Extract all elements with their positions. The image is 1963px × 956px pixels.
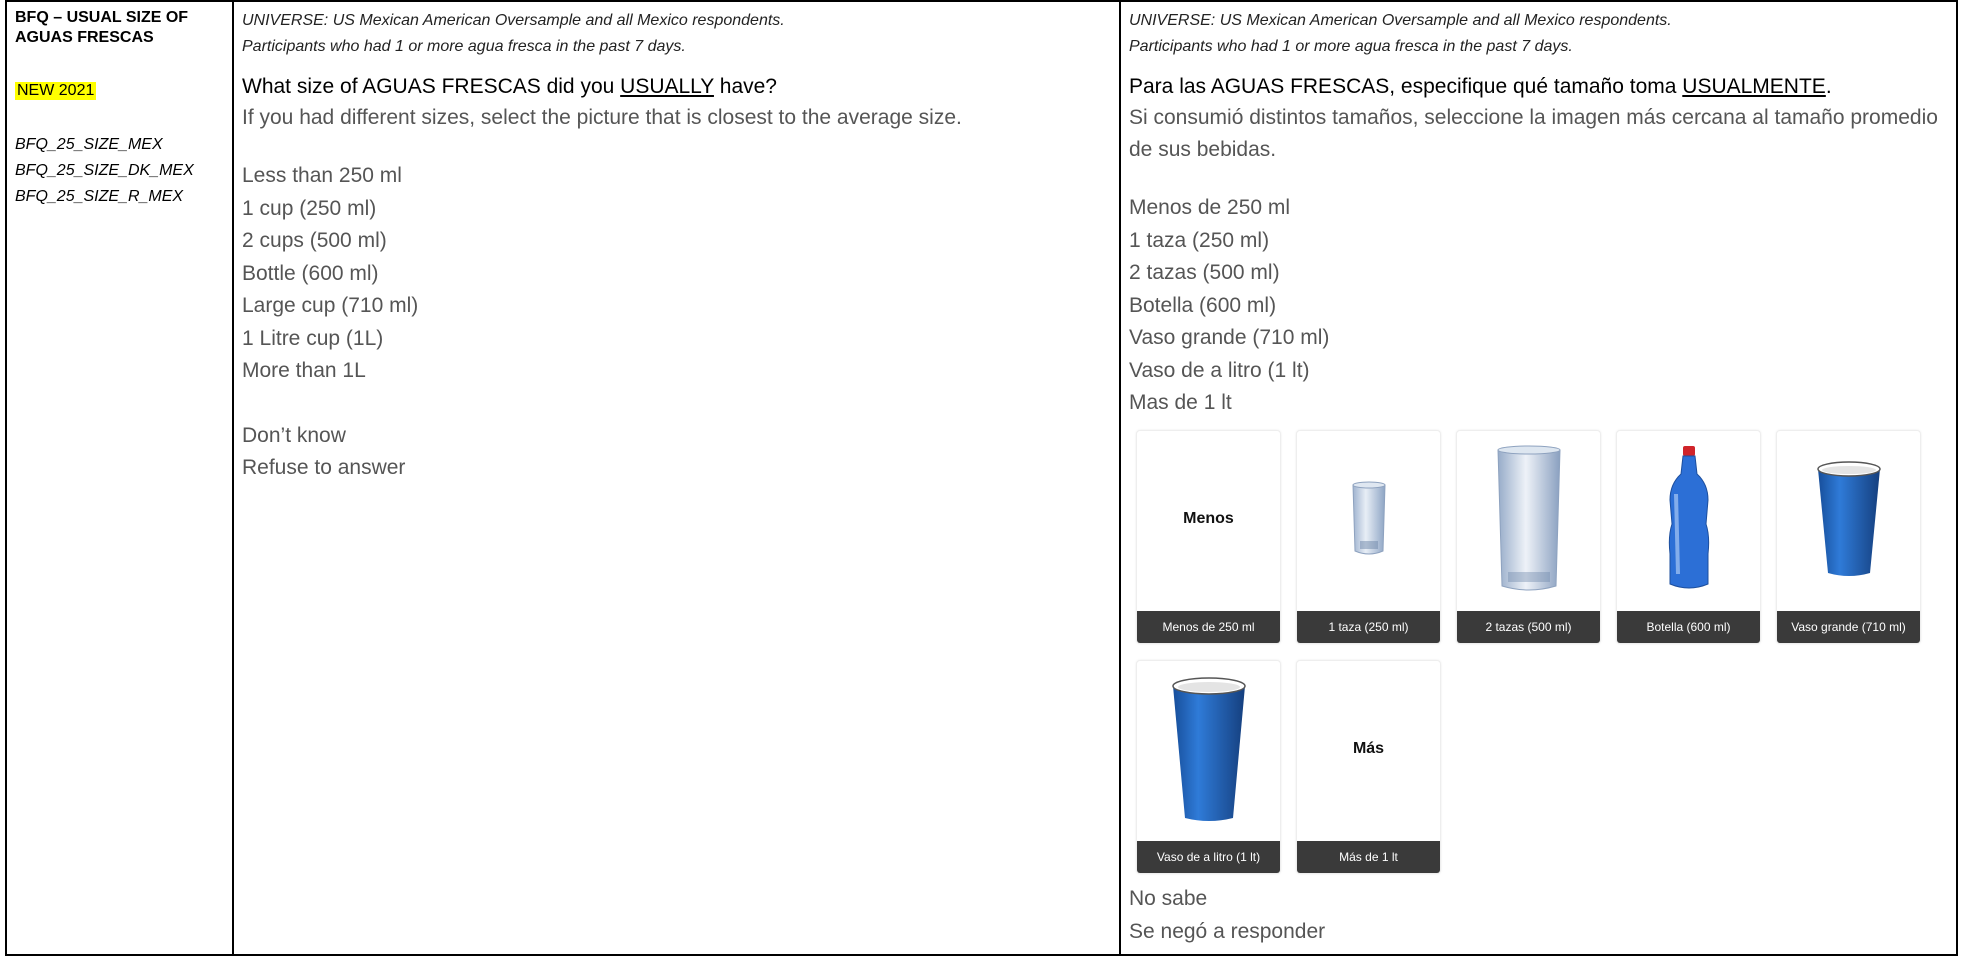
answer-option: 1 cup (250 ml) [242, 196, 377, 220]
answer-option: Less than 250 ml [242, 164, 402, 187]
special-options: No sabe Se negó a responder [1129, 882, 1948, 948]
question-text: Para las AGUAS FRESCAS, especifique qué … [1129, 72, 1948, 102]
spanish-column: UNIVERSE: US Mexican American Oversample… [1119, 0, 1958, 956]
large-blue-cup-icon [1171, 676, 1246, 821]
size-picture-grid: Menos Menos de 250 ml 1 taza (250 ml) 2 … [1136, 429, 1948, 874]
question-part: What size of AGUAS FRESCAS did you [242, 75, 621, 98]
universe-line: UNIVERSE: US Mexican American Oversample… [242, 12, 785, 29]
size-tile-menos[interactable]: Menos Menos de 250 ml [1136, 429, 1281, 644]
size-tile-mas[interactable]: Más Más de 1 lt [1296, 659, 1441, 874]
question-part: Para las AGUAS FRESCAS, especifique qué … [1129, 75, 1683, 98]
tile-caption: 2 tazas (500 ml) [1457, 610, 1600, 643]
universe-line: UNIVERSE: US Mexican American Oversample… [1129, 12, 1672, 29]
answer-option: Botella (600 ml) [1129, 293, 1277, 317]
question-part: . [1825, 75, 1832, 98]
bottle-icon [1668, 445, 1709, 588]
variable-name: BFQ_25_SIZE_R_MEX [15, 188, 184, 205]
small-glass-icon [1351, 481, 1386, 554]
tile-caption: 1 taza (250 ml) [1297, 610, 1440, 643]
question-emphasis: USUALLY [620, 75, 714, 98]
tile-caption: Menos de 250 ml [1137, 610, 1280, 643]
answer-option: Vaso de a litro (1 lt) [1129, 358, 1310, 382]
answer-option: More than 1L [242, 359, 366, 382]
universe-note: UNIVERSE: US Mexican American Oversample… [1129, 8, 1948, 60]
answer-option: 2 cups (500 ml) [242, 229, 387, 252]
tile-word: Más [1352, 739, 1385, 757]
instruction-text: If you had different sizes, select the p… [242, 106, 962, 129]
answer-option: 2 tazas (500 ml) [1129, 261, 1280, 284]
size-tile-vaso-litro[interactable]: Vaso de a litro (1 lt) [1136, 659, 1281, 874]
answer-options: Less than 250 ml 1 cup (250 ml) 2 cups (… [242, 160, 1111, 485]
answer-option: Menos de 250 ml [1129, 196, 1291, 219]
tile-caption: Vaso de a litro (1 lt) [1137, 840, 1280, 873]
universe-line: Participants who had 1 or more agua fres… [242, 38, 686, 55]
question-part: have? [713, 75, 777, 98]
answer-option: Mas de 1 lt [1129, 391, 1232, 414]
variable-name: BFQ_25_SIZE_MEX [15, 136, 163, 153]
variable-list: BFQ_25_SIZE_MEX BFQ_25_SIZE_DK_MEX BFQ_2… [15, 132, 224, 210]
variable-name: BFQ_25_SIZE_DK_MEX [15, 162, 194, 179]
answer-options: Menos de 250 ml 1 taza (250 ml) 2 tazas … [1129, 192, 1948, 420]
question-id-title: BFQ – USUAL SIZE OF AGUAS FRESCAS [15, 9, 189, 46]
special-option: Refuse to answer [242, 456, 406, 479]
size-tile-2-tazas[interactable]: 2 tazas (500 ml) [1456, 429, 1601, 644]
instruction-text: Si consumió distintos tamaños, seleccion… [1129, 106, 1938, 161]
tile-caption: Botella (600 ml) [1617, 610, 1760, 643]
universe-line: Participants who had 1 or more agua fres… [1129, 38, 1573, 55]
tile-caption: Más de 1 lt [1297, 840, 1440, 873]
questionnaire-table: BFQ – USUAL SIZE OF AGUAS FRESCAS NEW 20… [5, 0, 1958, 956]
english-column: UNIVERSE: US Mexican American Oversample… [232, 0, 1121, 956]
question-emphasis: USUALMENTE [1682, 75, 1826, 98]
size-tile-1-taza[interactable]: 1 taza (250 ml) [1296, 429, 1441, 644]
new-tag: NEW 2021 [15, 82, 97, 100]
size-tile-vaso-grande[interactable]: Vaso grande (710 ml) [1776, 429, 1921, 644]
tile-word: Menos [1183, 509, 1234, 527]
answer-option: Bottle (600 ml) [242, 261, 379, 285]
answer-option: Large cup (710 ml) [242, 294, 419, 317]
answer-option: 1 taza (250 ml) [1129, 228, 1270, 252]
special-option: Don’t know [242, 423, 346, 447]
special-option: No sabe [1129, 886, 1208, 910]
special-option: Se negó a responder [1129, 919, 1326, 943]
answer-option: Vaso grande (710 ml) [1129, 326, 1330, 349]
blue-cup-icon [1816, 460, 1881, 576]
tile-caption: Vaso grande (710 ml) [1777, 610, 1920, 643]
universe-note: UNIVERSE: US Mexican American Oversample… [242, 8, 1111, 60]
size-tile-botella[interactable]: Botella (600 ml) [1616, 429, 1761, 644]
question-text: What size of AGUAS FRESCAS did you USUAL… [242, 72, 1111, 102]
answer-option: 1 Litre cup (1L) [242, 326, 384, 350]
tall-glass-icon [1496, 445, 1561, 590]
id-column: BFQ – USUAL SIZE OF AGUAS FRESCAS NEW 20… [5, 0, 234, 956]
